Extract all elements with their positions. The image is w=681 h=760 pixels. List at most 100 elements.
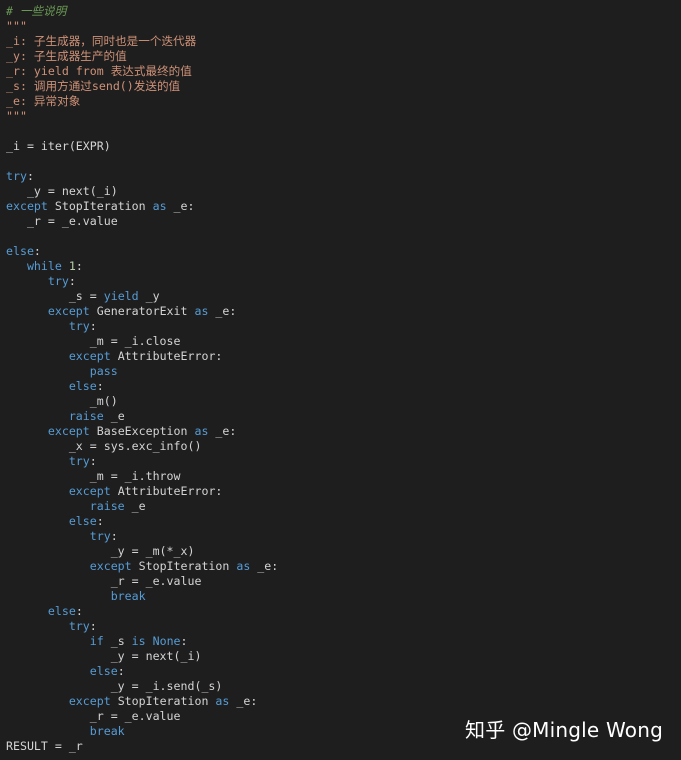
code-token: yield (103, 289, 139, 303)
code-line: else: (6, 514, 681, 529)
code-token: except (89, 559, 132, 573)
code-token: except (6, 199, 48, 213)
code-token: try (68, 319, 90, 333)
code-token: _y = _m(*_x) (6, 544, 195, 558)
code-token: try (89, 529, 111, 543)
code-token: raise (89, 499, 125, 513)
code-token: else (68, 514, 97, 528)
code-token: AttributeError: (110, 484, 223, 498)
code-token: _m() (6, 394, 118, 408)
code-token: : (89, 319, 97, 333)
code-token: """ (6, 109, 27, 123)
code-line: while 1: (6, 259, 681, 274)
code-token: AttributeError: (110, 349, 223, 363)
code-line: _r: yield from 表达式最终的值 (6, 64, 681, 79)
code-token: _e: (166, 199, 195, 213)
code-token: _r = _e.value (6, 709, 181, 723)
code-line: try: (6, 169, 681, 184)
code-token: try (68, 619, 90, 633)
code-token: : (96, 514, 104, 528)
code-token: StopIteration (47, 199, 153, 213)
code-token: : (75, 604, 83, 618)
code-token: _y = next(_i) (6, 184, 118, 198)
code-token: is (131, 634, 146, 648)
code-line: _y = _m(*_x) (6, 544, 681, 559)
code-line: _x = sys.exc_info() (6, 439, 681, 454)
code-line: _y = _i.send(_s) (6, 679, 681, 694)
code-token: StopIteration (110, 694, 216, 708)
code-token: except (68, 694, 111, 708)
code-editor[interactable]: # 一些说明 """ _i: 子生成器，同时也是一个迭代器 _y: 子生成器生产的值 _… (0, 0, 681, 760)
code-token: _y (138, 289, 160, 303)
code-line: try: (6, 454, 681, 469)
code-token: GeneratorExit (89, 304, 195, 318)
code-line: else: (6, 604, 681, 619)
code-line: """ (6, 19, 681, 34)
code-token: as (236, 559, 251, 573)
code-token: RESULT = _r (6, 739, 83, 753)
code-token: _i: 子生成器，同时也是一个迭代器 (6, 34, 197, 48)
code-token: _m = _i.close (6, 334, 181, 348)
code-token: try (47, 274, 69, 288)
code-token: _r = _e.value (6, 574, 202, 588)
code-token: _m = _i.throw (6, 469, 181, 483)
watermark: 知乎 @Mingle Wong (465, 718, 663, 742)
code-token: try (6, 169, 27, 183)
code-line: else: (6, 379, 681, 394)
code-line: _i = iter(EXPR) (6, 139, 681, 154)
code-line: try: (6, 274, 681, 289)
code-line: if _s is None: (6, 634, 681, 649)
code-token: _r: yield from 表达式最终的值 (6, 64, 192, 78)
code-token: else (68, 379, 97, 393)
code-token: as (215, 694, 230, 708)
code-token: as (152, 199, 167, 213)
code-line: raise _e (6, 499, 681, 514)
code-line: try: (6, 529, 681, 544)
code-line: _y: 子生成器生产的值 (6, 49, 681, 64)
code-line: break (6, 589, 681, 604)
code-line: except StopIteration as _e: (6, 199, 681, 214)
code-token: StopIteration (131, 559, 237, 573)
code-line: _y = next(_i) (6, 184, 681, 199)
code-line: _e: 异常对象 (6, 94, 681, 109)
code-line: _y = next(_i) (6, 649, 681, 664)
code-line: _m() (6, 394, 681, 409)
code-token: _y = _i.send(_s) (6, 679, 223, 693)
code-token: : (89, 619, 97, 633)
code-token: : (117, 664, 125, 678)
code-token: else (89, 664, 118, 678)
code-token: break (89, 724, 125, 738)
code-line: # 一些说明 (6, 4, 681, 19)
code-token: : (33, 244, 41, 258)
code-token: _r = _e.value (6, 214, 118, 228)
code-line: except GeneratorExit as _e: (6, 304, 681, 319)
code-token: raise (68, 409, 104, 423)
code-token: _e (124, 499, 146, 513)
code-token: : (68, 274, 76, 288)
code-token: _x = sys.exc_info() (6, 439, 202, 453)
code-line: _m = _i.close (6, 334, 681, 349)
code-token: break (110, 589, 146, 603)
code-token: _e: (208, 304, 237, 318)
code-line: raise _e (6, 409, 681, 424)
code-token: pass (89, 364, 118, 378)
